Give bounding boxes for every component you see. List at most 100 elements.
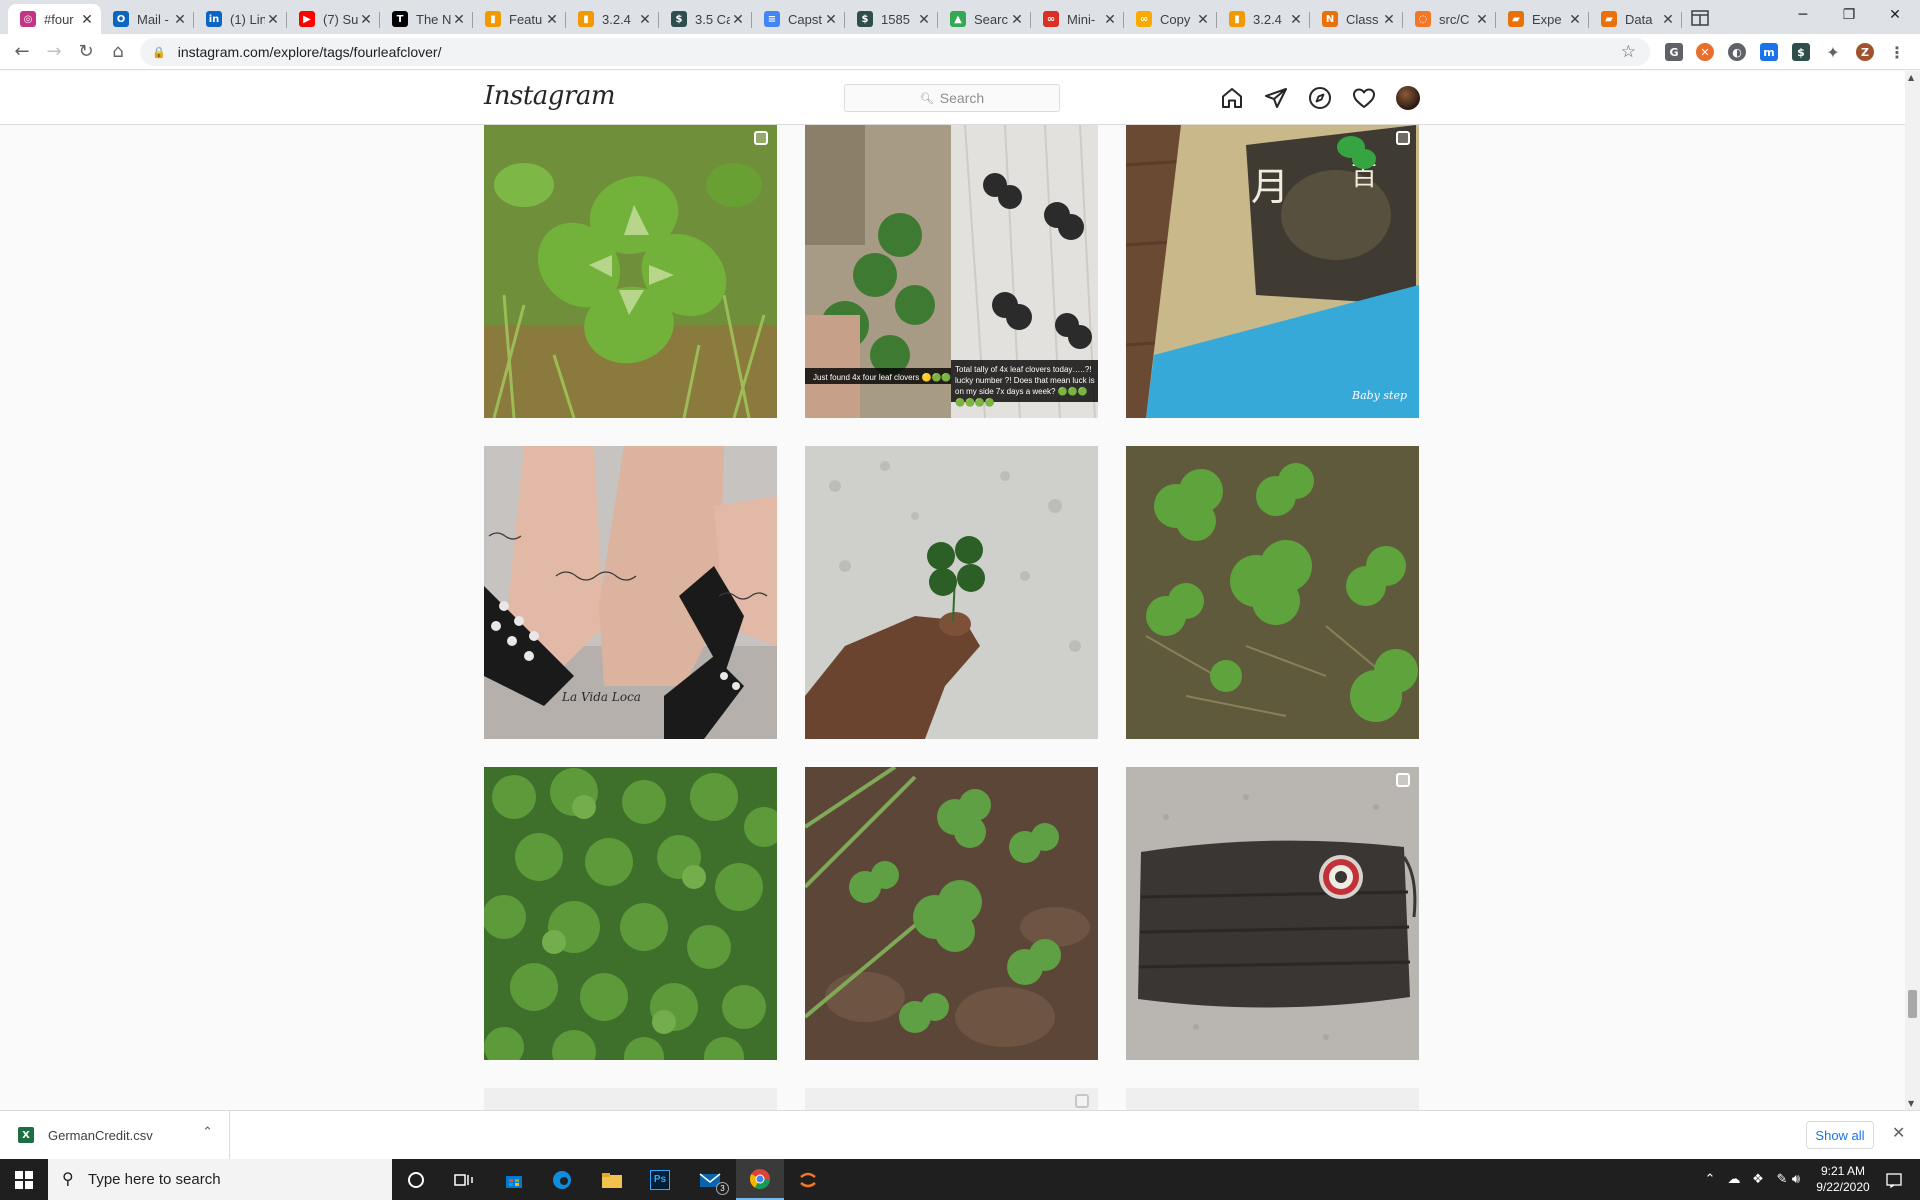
explore-compass-icon[interactable] (1307, 85, 1333, 111)
jupyter-icon[interactable] (784, 1159, 832, 1200)
search-placeholder: Search (939, 90, 985, 106)
post-ankle-tattoo[interactable]: La Vida Loca (484, 446, 777, 739)
back-icon[interactable]: ← (6, 36, 38, 68)
hand-clover-image (805, 446, 1098, 739)
tab-close-icon[interactable]: ✕ (1474, 11, 1490, 28)
extensions-puzzle-icon[interactable]: ✦ (1824, 43, 1842, 62)
address-bar[interactable]: 🔒 instagram.com/explore/tags/fourleafclo… (140, 38, 1650, 66)
browser-tab[interactable]: $1585 ✕ (845, 4, 938, 34)
store-icon[interactable] (490, 1159, 538, 1200)
cortana-icon[interactable] (392, 1159, 440, 1200)
download-item[interactable]: X GermanCredit.csv ⌃ (0, 1111, 230, 1159)
post-clover-field[interactable] (484, 767, 777, 1060)
tab-close-icon[interactable]: ✕ (451, 11, 467, 28)
activity-heart-icon[interactable] (1351, 85, 1377, 111)
browser-tab[interactable]: ▮ 3.2.4 ✕ (566, 4, 659, 34)
page-scrollbar[interactable]: ▲ ▼ (1905, 71, 1920, 1110)
tab-close-icon[interactable]: ✕ (1102, 11, 1118, 28)
tab-close-icon[interactable]: ✕ (172, 11, 188, 28)
search-input[interactable]: 🔍︎ Search (844, 84, 1060, 112)
book-text: Baby step (1352, 389, 1408, 402)
tab-close-icon[interactable]: ✕ (1381, 11, 1397, 28)
post-face-mask[interactable] (1126, 767, 1419, 1060)
profile-avatar[interactable]: Z (1856, 43, 1874, 61)
notifications-icon[interactable] (1876, 1159, 1912, 1200)
extension-g-icon[interactable]: G (1665, 43, 1683, 61)
browser-toolbar: ← → ↻ ⌂ 🔒 instagram.com/explore/tags/fou… (0, 34, 1920, 70)
window-close-icon[interactable]: ✕ (1872, 0, 1918, 30)
new-tab-icon[interactable] (1686, 4, 1714, 32)
post-clover-patch[interactable] (1126, 446, 1419, 739)
post-clover-collage[interactable]: Just found 4x four leaf clovers 🟡🟢🟢 Tota… (805, 125, 1098, 418)
dropbox-icon[interactable]: ❖ (1746, 1159, 1770, 1200)
tab-close-icon[interactable]: ✕ (358, 11, 374, 28)
browser-tab[interactable]: ▮ 3.2.4 ✕ (1217, 4, 1310, 34)
browser-tab[interactable]: O Mail - ✕ (101, 4, 194, 34)
onedrive-icon[interactable]: ☁ (1722, 1159, 1746, 1200)
post-clover-leaves[interactable] (805, 767, 1098, 1060)
tab-close-icon[interactable]: ✕ (1009, 11, 1025, 28)
browser-tab[interactable]: ∞ Mini- ✕ (1031, 4, 1124, 34)
minimize-icon[interactable]: ─ (1780, 0, 1826, 30)
bookmark-star-icon[interactable]: ☆ (1621, 42, 1636, 62)
tab-close-icon[interactable]: ✕ (265, 11, 281, 28)
browser-tab[interactable]: ◎ #four ✕ (8, 4, 101, 34)
tab-close-icon[interactable]: ✕ (730, 11, 746, 28)
home-icon[interactable]: ⌂ (102, 36, 134, 68)
extension-circle-icon[interactable]: ◐ (1728, 43, 1746, 61)
tab-close-icon[interactable]: ✕ (79, 11, 95, 28)
browser-tab[interactable]: ◌ src/C ✕ (1403, 4, 1496, 34)
instagram-logo[interactable]: Instagram (484, 81, 616, 111)
tab-close-icon[interactable]: ✕ (916, 11, 932, 28)
browser-tab[interactable]: N Class ✕ (1310, 4, 1403, 34)
forward-icon[interactable]: → (38, 36, 70, 68)
tab-close-icon[interactable]: ✕ (1195, 11, 1211, 28)
scroll-up-icon[interactable]: ▲ (1908, 73, 1914, 82)
browser-tab[interactable]: ▮ Featu ✕ (473, 4, 566, 34)
reload-icon[interactable]: ↻ (70, 36, 102, 68)
mail-icon[interactable]: 3 (686, 1159, 734, 1200)
tab-close-icon[interactable]: ✕ (544, 11, 560, 28)
menu-kebab-icon[interactable]: ⋮ (1888, 43, 1906, 62)
home-nav-icon[interactable] (1219, 85, 1245, 111)
tab-title: (1) Lin (230, 11, 265, 27)
browser-tab[interactable]: $3.5 Ca ✕ (659, 4, 752, 34)
extension-x-icon[interactable]: ✕ (1696, 43, 1714, 61)
taskbar-search-input[interactable]: ⚲ Type here to search (48, 1159, 392, 1200)
post-clover-grass[interactable] (484, 125, 777, 418)
post-hand-clover[interactable] (805, 446, 1098, 739)
tab-close-icon[interactable]: ✕ (1567, 11, 1583, 28)
scrollbar-thumb[interactable] (1908, 990, 1917, 1018)
edge-icon[interactable] (538, 1159, 586, 1200)
chrome-icon[interactable] (736, 1159, 784, 1200)
taskbar-clock[interactable]: 9:21 AM 9/22/2020 (1800, 1163, 1886, 1195)
direct-messages-icon[interactable] (1263, 85, 1289, 111)
task-view-icon[interactable] (440, 1159, 488, 1200)
chevron-up-icon[interactable]: ⌃ (202, 1125, 213, 1140)
browser-tab[interactable]: ∞ Copy ✕ (1124, 4, 1217, 34)
browser-tab[interactable]: ▰ Expe ✕ (1496, 4, 1589, 34)
browser-tab[interactable]: T The N ✕ (380, 4, 473, 34)
browser-tab[interactable]: ≡ Capst ✕ (752, 4, 845, 34)
tray-chevron-up-icon[interactable]: ⌃ (1700, 1159, 1720, 1200)
photoshop-icon[interactable]: Ps (636, 1159, 684, 1200)
scroll-down-icon[interactable]: ▼ (1908, 1099, 1914, 1108)
close-shelf-icon[interactable]: ✕ (1892, 1123, 1905, 1142)
show-all-button[interactable]: Show all (1806, 1121, 1874, 1149)
tab-close-icon[interactable]: ✕ (637, 11, 653, 28)
browser-tab[interactable]: ▰ Data ✕ (1589, 4, 1682, 34)
profile-avatar-instagram[interactable] (1396, 86, 1420, 110)
restore-icon[interactable]: ❐ (1826, 0, 1872, 30)
browser-tab[interactable]: ▲ Searc ✕ (938, 4, 1031, 34)
tab-close-icon[interactable]: ✕ (823, 11, 839, 28)
nytimes-icon: T (392, 11, 408, 27)
browser-tab[interactable]: in (1) Lin ✕ (194, 4, 287, 34)
tab-close-icon[interactable]: ✕ (1660, 11, 1676, 28)
windows-start-icon[interactable] (0, 1159, 48, 1200)
file-explorer-icon[interactable] (588, 1159, 636, 1200)
post-book-cover[interactable]: 月 百 Baby step (1126, 125, 1419, 418)
browser-tab[interactable]: ▶ (7) Su ✕ (287, 4, 380, 34)
extension-m-icon[interactable]: m (1760, 43, 1778, 61)
tab-close-icon[interactable]: ✕ (1288, 11, 1304, 28)
extension-dollar-icon[interactable]: $ (1792, 43, 1810, 61)
